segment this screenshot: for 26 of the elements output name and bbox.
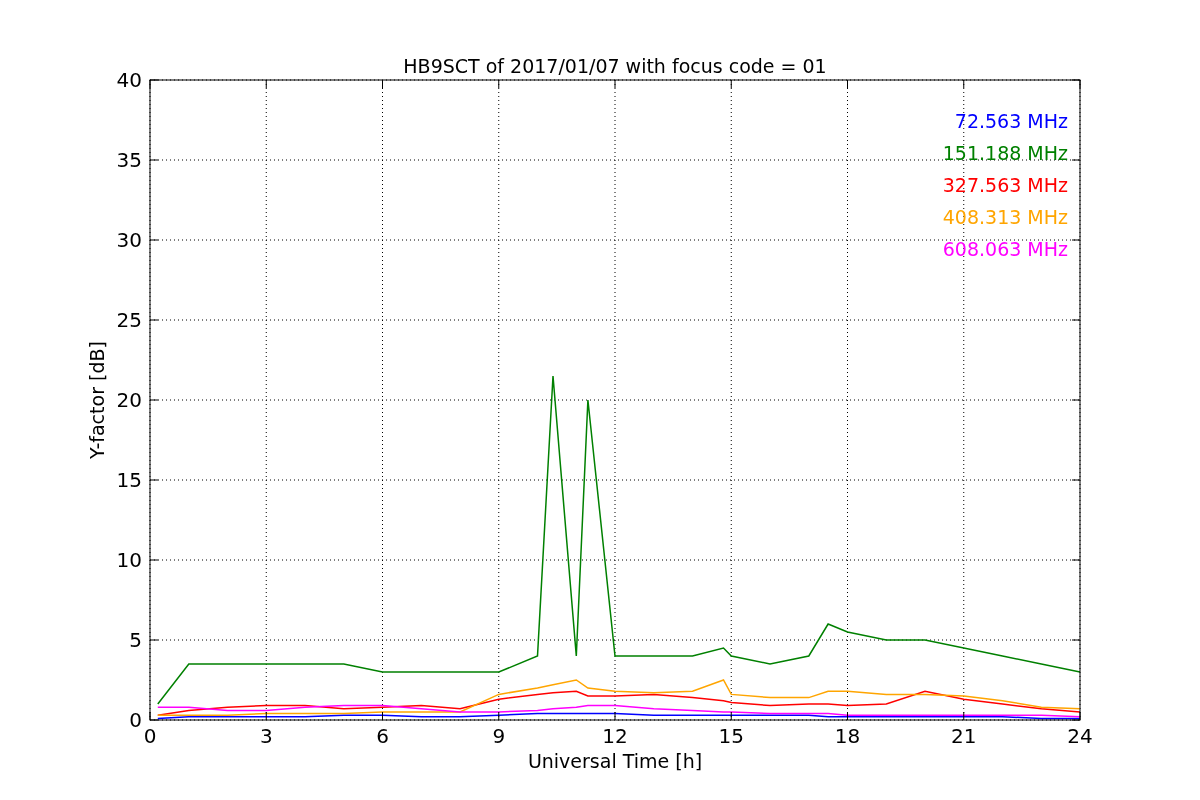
tick-label: 12: [602, 724, 628, 748]
axis-label: Universal Time [h]: [527, 750, 703, 772]
tick-label: 40: [116, 68, 142, 92]
tick-label: 35: [116, 148, 142, 172]
tick-label: 24: [1067, 724, 1093, 748]
legend-label: 72.563 MHz: [954, 110, 1068, 132]
legend-label: 327.563 MHz: [942, 174, 1068, 196]
tick-label: 20: [116, 388, 142, 412]
axis-label: Y-factor [dB]: [86, 341, 108, 459]
tick-label: 21: [951, 724, 977, 748]
tick-label: 18: [834, 724, 861, 748]
tick-label: 15: [718, 724, 744, 748]
tick-label: 6: [376, 724, 389, 748]
chart-title: HB9SCT of 2017/01/07 with focus code = 01: [403, 55, 827, 77]
tick-label: 10: [116, 548, 142, 572]
tick-label: 0: [129, 708, 142, 732]
tick-label: 0: [143, 724, 157, 748]
tick-label: 9: [492, 724, 506, 748]
tick-label: 5: [129, 628, 142, 652]
legend-label: 408.313 MHz: [942, 206, 1068, 228]
tick-label: 25: [116, 308, 142, 332]
tick-label: 15: [116, 468, 142, 492]
tick-label: 30: [116, 228, 142, 252]
legend-label: 608.063 MHz: [942, 238, 1068, 260]
tick-label: 3: [259, 724, 273, 748]
legend-label: 151.188 MHz: [942, 142, 1068, 164]
